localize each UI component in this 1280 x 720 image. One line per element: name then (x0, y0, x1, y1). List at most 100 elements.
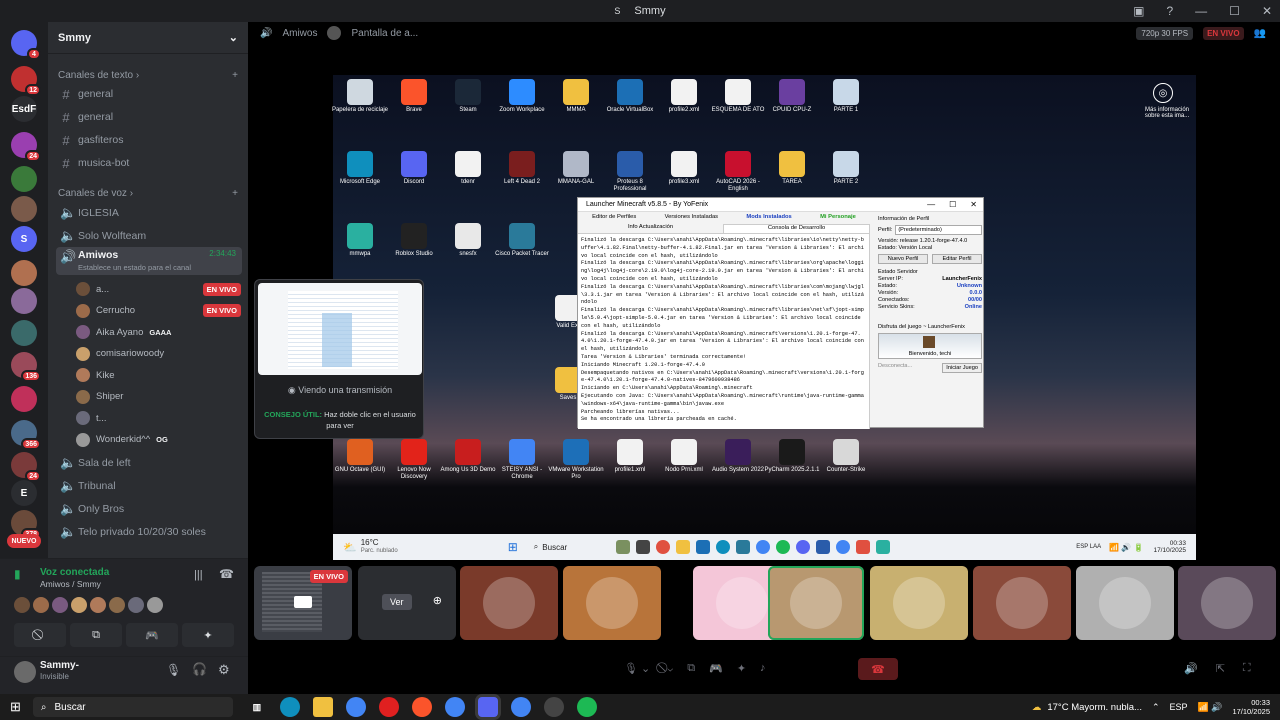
server-icon[interactable]: S (11, 226, 37, 252)
server-icon[interactable]: 4 (11, 30, 41, 60)
voice-channel[interactable]: 🔈 IGLESIA (56, 203, 242, 223)
close-button[interactable]: ✕ (1262, 4, 1272, 18)
participant-tile[interactable]: Ver ⊕ (358, 566, 456, 640)
desktop-icon[interactable]: Proteus 8 Professional (601, 151, 659, 193)
voice-user[interactable]: Cerrucho EN VIVO (76, 301, 241, 321)
disconnect-button[interactable]: Desconecta... (878, 363, 912, 373)
app-icon[interactable] (543, 697, 564, 717)
inbox-icon[interactable]: ▣ (1133, 4, 1144, 18)
desktop-icon[interactable]: Among Us 3D Demo (439, 439, 497, 474)
server-icon[interactable] (11, 288, 37, 314)
app-icon[interactable] (875, 540, 890, 554)
disconnect-icon[interactable]: ☎ (219, 567, 234, 581)
server-icon[interactable] (11, 320, 37, 346)
settings-gear-icon[interactable]: ⚙ (218, 662, 230, 678)
server-icon[interactable]: EsdF (11, 96, 37, 122)
voice-category[interactable]: Canales de voz › + (58, 188, 238, 199)
launcher-tab[interactable]: Editor de Perfiles (592, 214, 636, 224)
launcher-console[interactable]: Finalizó la descarga C:\Users\anahi\AppD… (578, 234, 870, 429)
minecraft-launcher-window[interactable]: Launcher Minecraft v5.8.5 - By YoFenix —… (577, 197, 984, 429)
members-icon[interactable]: 👥 (1254, 28, 1266, 39)
avatar[interactable] (71, 597, 87, 613)
participant-tile[interactable] (1178, 566, 1276, 640)
task-view-icon[interactable]: ▥ (247, 697, 267, 717)
server-icon[interactable]: 136 (11, 352, 41, 382)
server-icon[interactable]: NUEVO (7, 534, 41, 548)
desktop-icon[interactable]: Cisco Packet Tracer (493, 223, 551, 258)
desktop-icon[interactable]: GNU Octave (GUI) (331, 439, 389, 474)
discord-icon[interactable] (477, 697, 498, 717)
avatar[interactable] (52, 597, 68, 613)
participant-tile[interactable] (460, 566, 558, 640)
edge-icon[interactable] (279, 697, 300, 717)
desktop-icon[interactable]: Roblox Studio (385, 223, 443, 258)
desktop-icon[interactable]: snesfx (439, 223, 497, 258)
tray-chevron-icon[interactable]: ⌃ (1152, 702, 1160, 713)
headphones-icon[interactable]: 🎧 (192, 662, 207, 676)
app-icon[interactable] (655, 540, 670, 554)
desktop-icon[interactable]: AutoCAD 2026 - English (709, 151, 767, 193)
participant-tile[interactable] (1076, 566, 1174, 640)
soundboard-icon[interactable]: ||| (194, 569, 203, 581)
server-icon[interactable]: 378 (11, 510, 41, 540)
chrome-icon[interactable] (345, 697, 366, 717)
voice-user[interactable]: t... (76, 408, 241, 428)
server-icon[interactable] (11, 260, 37, 286)
desktop-icon[interactable]: Papelera de reciclaje (331, 79, 389, 114)
discord-icon[interactable] (795, 540, 810, 554)
server-icon[interactable]: 366 (11, 420, 41, 450)
avatar[interactable] (147, 597, 163, 613)
server-icon[interactable]: 12 (11, 66, 41, 96)
voice-user[interactable]: Kike (76, 365, 241, 385)
edge-icon[interactable] (715, 540, 730, 554)
server-icon[interactable]: E (11, 480, 37, 506)
voice-user[interactable]: Aika Ayano GAAA (76, 322, 241, 342)
remote-search[interactable]: Buscar (542, 543, 567, 552)
desktop-icon[interactable]: Steam (439, 79, 497, 114)
desktop-icon[interactable]: profile3.xml (655, 151, 713, 186)
server-icon[interactable] (11, 196, 37, 222)
screen-share-icon[interactable]: ⧉ (687, 662, 695, 675)
avatar[interactable] (14, 661, 36, 683)
activity-icon[interactable]: 🎮 (126, 623, 178, 647)
participant-tile[interactable] (870, 566, 968, 640)
chrome-icon[interactable] (510, 697, 531, 717)
text-channel[interactable]: # musica-bot (56, 153, 242, 173)
desktop-icon[interactable]: STEISY ANSI - Chrome (493, 439, 551, 481)
opera-icon[interactable] (378, 697, 399, 717)
avatar[interactable] (33, 597, 49, 613)
microphone-icon[interactable]: 🎙 ⌄ (624, 662, 650, 675)
desktop-icon[interactable]: profile1.xml (601, 439, 659, 474)
participant-tile[interactable]: EN VIVO (254, 566, 352, 640)
launcher-tab[interactable]: Mods Instalados (746, 214, 791, 224)
maximize-button[interactable]: ☐ (1229, 4, 1240, 18)
file-explorer-icon[interactable] (312, 697, 333, 717)
desktop-icon[interactable]: MMANA-GAL (547, 151, 605, 186)
chrome-icon[interactable] (755, 540, 770, 554)
popout-icon[interactable]: ⇱ (1216, 662, 1225, 675)
start-icon[interactable]: ⊞ (508, 540, 518, 554)
desktop-icon[interactable]: mmwpa (331, 223, 389, 258)
tab-info-actualizacion[interactable]: Info Actualización (578, 224, 723, 233)
launcher-maximize[interactable]: ☐ (949, 200, 956, 209)
server-icon[interactable] (11, 166, 37, 192)
desktop-icon[interactable]: CPUID CPU-Z (763, 79, 821, 114)
taskbar-lang[interactable]: ESP (1170, 702, 1188, 712)
fullscreen-icon[interactable]: ⛶ (1243, 662, 1251, 675)
add-channel-icon[interactable]: + (232, 188, 238, 199)
leave-call-button[interactable]: ☎ (858, 658, 898, 680)
launcher-tab[interactable]: Mi Personaje (820, 214, 856, 224)
avatar[interactable] (14, 597, 30, 613)
desktop-icon[interactable]: PARTE 2 (817, 151, 875, 186)
start-icon[interactable]: ⊞ (10, 699, 21, 715)
server-icon[interactable] (11, 386, 37, 412)
voice-user[interactable]: a... EN VIVO (76, 279, 241, 299)
minimize-button[interactable]: — (1195, 4, 1207, 18)
desktop-icon[interactable]: Counter-Strike (817, 439, 875, 474)
activity-icon[interactable]: 🎮 (709, 662, 723, 675)
tab-consola[interactable]: Consola de Desarrollo (723, 224, 870, 233)
perfil-select[interactable]: (Predeterminado) (895, 225, 982, 235)
voice-channel[interactable]: 🔈 Tribunal (56, 476, 242, 496)
voice-channel[interactable]: 🔈 Solo Wolfteam (56, 226, 242, 246)
voice-channel[interactable]: 🔈 Telo privado 10/20/30 soles (56, 522, 242, 542)
